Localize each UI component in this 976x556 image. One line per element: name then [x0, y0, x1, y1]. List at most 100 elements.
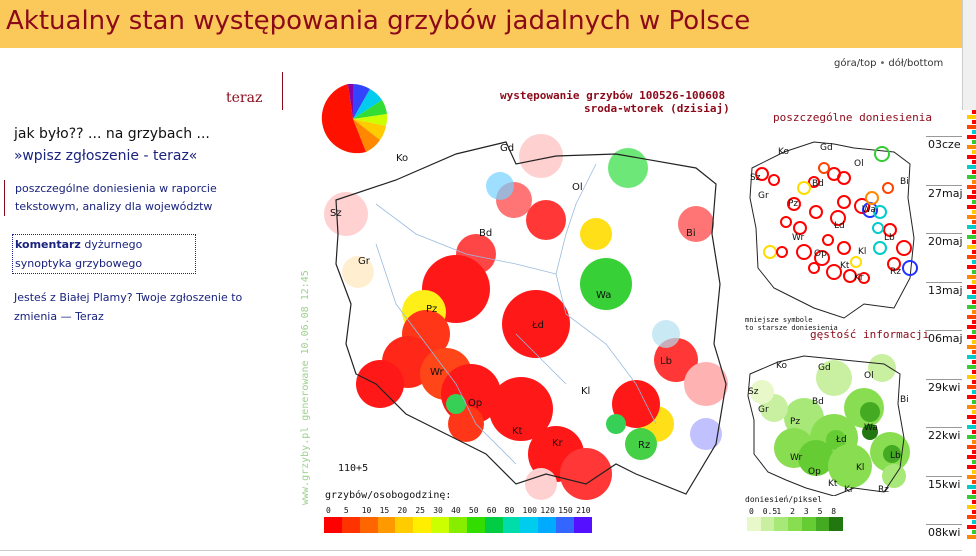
city-label: Kt — [840, 261, 850, 271]
reports-map[interactable]: Ko Gd Ol Sz Bd Bi Gr Pz Wa Łd Lb Wr Op K… — [744, 128, 922, 328]
reports-link[interactable]: poszczególne doniesienia w raporcie teks… — [4, 180, 244, 216]
city-label: Lb — [660, 356, 672, 367]
density-swatch — [829, 517, 844, 531]
link-separator: • — [879, 58, 886, 69]
timeline-stripe — [972, 290, 976, 294]
city-label: Gd — [820, 143, 833, 153]
timeline-date[interactable]: 13maj — [928, 284, 963, 297]
legend-swatch — [395, 517, 414, 533]
timeline-date[interactable]: 27maj — [928, 187, 963, 200]
density-swatch — [747, 517, 761, 531]
timeline-stripe — [972, 510, 976, 514]
city-label: Rz — [878, 485, 889, 495]
city-label: Pz — [426, 304, 437, 315]
city-label: Wr — [792, 233, 804, 243]
timeline-stripe — [967, 335, 976, 339]
timeline[interactable]: 03cze 27maj 20maj 13maj 06maj 29kwi 22kwi 15kwi… — [926, 124, 963, 539]
city-label: Kt — [828, 479, 838, 489]
timeline-stripe — [972, 520, 976, 524]
timeline-stripe — [967, 215, 976, 219]
timeline-stripe — [972, 220, 976, 224]
legend-swatch — [377, 517, 396, 533]
color-legend — [324, 517, 592, 533]
timeline-date[interactable]: 29kwi — [928, 381, 960, 394]
timeline-stripe — [967, 305, 976, 309]
city-label: Kr — [552, 438, 564, 449]
legend-swatch — [413, 517, 432, 533]
legend-tick: 210 — [576, 506, 591, 515]
legend-tick: 120 — [540, 506, 555, 515]
timeline-divider — [926, 427, 962, 428]
timeline-stripe — [972, 180, 976, 184]
city-label: Kr — [844, 485, 854, 495]
timeline-stripe — [967, 515, 976, 519]
timeline-stripe — [972, 420, 976, 424]
timeline-stripe — [967, 155, 976, 159]
city-label: Bi — [900, 395, 909, 405]
timeline-stripe — [967, 535, 976, 539]
white-spot-text[interactable]: Jesteś z Białej Plamy? Twoje zgłoszenie … — [14, 288, 264, 326]
timeline-date[interactable]: 06maj — [928, 332, 963, 345]
timeline-stripe — [972, 450, 976, 454]
timeline-stripe — [972, 120, 976, 124]
timeline-divider — [926, 136, 962, 137]
timeline-stripe — [972, 460, 976, 464]
map-title: występowanie grzybów 100526-100608 — [500, 89, 726, 102]
city-label: Bd — [479, 228, 492, 239]
legend-tick: 100 — [522, 506, 537, 515]
legend-tick: 20 — [397, 506, 408, 515]
timeline-stripe — [972, 270, 976, 274]
density-legend-title: doniesień/piksel — [745, 495, 823, 504]
scrollbar[interactable] — [962, 0, 976, 110]
density-swatch — [774, 517, 789, 531]
comment-link[interactable]: komentarz dyżurnego synoptyka grzybowego — [12, 234, 196, 274]
city-label: Łd — [531, 320, 544, 331]
density-tick: 5 — [817, 507, 823, 516]
density-map[interactable]: Ko Gd Ol Sz Bd Bi Gr Pz Wa Łd Lb Wr Op K… — [744, 348, 922, 496]
timeline-stripe — [967, 425, 976, 429]
map-subtitle: sroda-wtorek (dzisiaj) — [584, 102, 730, 115]
timeline-stripe — [967, 275, 976, 279]
timeline-stripe — [972, 310, 976, 314]
timeline-divider — [926, 184, 962, 186]
timeline-stripe — [967, 395, 976, 399]
density-map-title: gęstość informacji — [810, 328, 930, 341]
density-legend — [747, 517, 844, 531]
legend-tick: 80 — [504, 506, 515, 515]
reports-map-title[interactable]: poszczególne doniesienia — [773, 111, 932, 124]
timeline-date[interactable]: 03cze — [928, 138, 961, 151]
legend-tick: 10 — [361, 506, 372, 515]
timeline-stripe — [967, 245, 976, 249]
legend-tick: 30 — [433, 506, 443, 515]
city-label: Łd — [835, 435, 847, 445]
timeline-stripe — [972, 480, 976, 484]
density-tick: 8 — [831, 507, 837, 516]
timeline-stripe — [972, 350, 976, 354]
timeline-stripe — [972, 470, 976, 474]
timeline-date[interactable]: 08kwi — [928, 526, 960, 539]
timeline-stripe — [972, 390, 976, 394]
timeline-date[interactable]: 15kwi — [928, 478, 960, 491]
timeline-stripe — [967, 505, 976, 509]
timeline-stripe — [972, 360, 976, 364]
history-heading[interactable]: jak było?? ... na grzybach ... — [14, 126, 210, 142]
city-label: Wr — [430, 367, 444, 378]
timeline-stripes — [967, 110, 976, 539]
timeline-stripe — [972, 140, 976, 144]
timeline-stripe — [967, 455, 976, 459]
top-link[interactable]: góra/top — [834, 58, 876, 69]
bottom-link[interactable]: dół/bottom — [888, 58, 943, 69]
timeline-stripe — [967, 495, 976, 499]
density-tick: 2 — [790, 507, 795, 516]
legend-tick: 15 — [379, 506, 390, 515]
timeline-stripe — [967, 485, 976, 489]
city-label: Lb — [890, 451, 901, 461]
teraz-link[interactable]: teraz — [226, 90, 262, 106]
timeline-date[interactable]: 20maj — [928, 235, 963, 248]
timeline-date[interactable]: 22kwi — [928, 429, 960, 442]
submit-report-link[interactable]: »wpisz zgłoszenie - teraz« — [14, 148, 197, 164]
city-label: Lb — [884, 233, 895, 243]
city-label: Op — [808, 467, 821, 477]
timeline-stripe — [967, 405, 976, 409]
city-label: Kl — [856, 463, 864, 473]
